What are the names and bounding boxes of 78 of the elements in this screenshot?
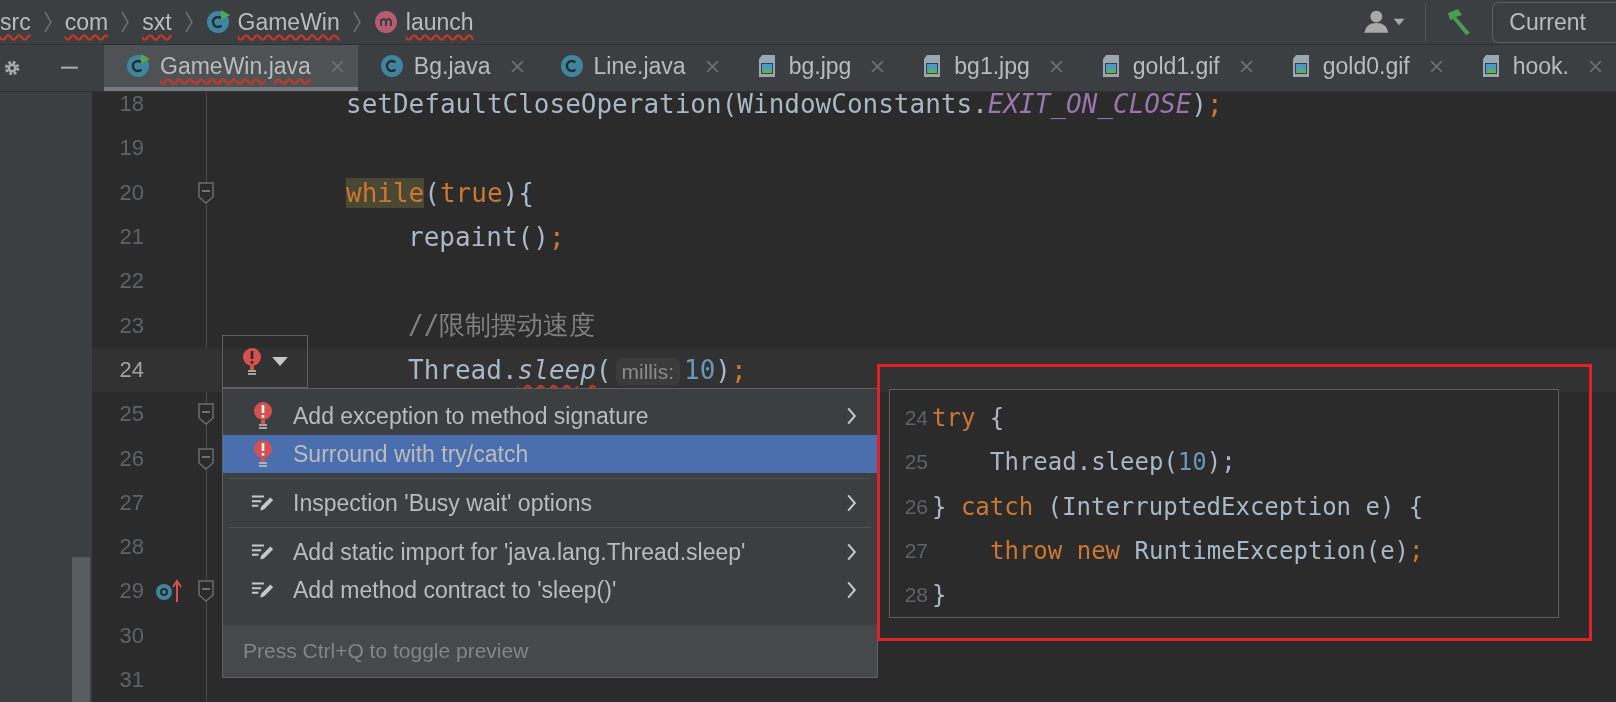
- code-text: setDefaultCloseOperation(WindowConstants.EXIT_ON_CLOSE);: [346, 92, 1223, 120]
- menu-item[interactable]: Add method contract to 'sleep()': [223, 571, 877, 609]
- editor-tab[interactable]: Line.java: [537, 45, 733, 91]
- line-number: 25: [118, 401, 144, 428]
- line-number: 29: [118, 578, 144, 605]
- breadcrumb-item[interactable]: com: [64, 8, 109, 36]
- line-number: 22: [118, 268, 144, 295]
- line-number: 24: [903, 406, 928, 431]
- editor-tab[interactable]: Bg.java: [357, 45, 538, 91]
- code-text: } catch (InterruptedException e) {: [931, 492, 1424, 521]
- class-icon: [379, 54, 404, 78]
- breadcrumb-item[interactable]: GameWin: [205, 8, 340, 36]
- menu-item[interactable]: Add static import for 'java.lang.Thread.sleep': [223, 533, 877, 571]
- menu-item[interactable]: Inspection 'Busy wait' options: [223, 484, 877, 522]
- run-configuration-dropdown[interactable]: Current: [1492, 1, 1616, 43]
- close-icon[interactable]: [1589, 59, 1602, 73]
- menu-footer-hint: Press Ctrl+Q to toggle preview: [223, 625, 877, 677]
- intention-bulb-button[interactable]: [222, 335, 308, 388]
- line-number: 30: [118, 622, 144, 649]
- fold-marker-icon[interactable]: [197, 181, 215, 204]
- error-bulb-icon: [251, 440, 275, 468]
- fold-marker-icon[interactable]: [197, 403, 215, 426]
- close-icon[interactable]: [510, 59, 524, 73]
- scrollbar-thumb[interactable]: [72, 557, 90, 702]
- line-number: 27: [903, 539, 928, 564]
- method-icon: [373, 10, 398, 34]
- line-number: 18: [118, 92, 144, 118]
- breadcrumb-item[interactable]: src: [0, 8, 31, 36]
- breadcrumb-item[interactable]: launch: [373, 8, 474, 36]
- class-icon: [126, 54, 151, 78]
- line-number: 26: [903, 494, 928, 519]
- code-text: //限制摆动速度: [408, 310, 596, 341]
- close-icon[interactable]: [871, 59, 885, 73]
- editor-tab[interactable]: bg1.jpg: [898, 45, 1077, 91]
- line-number: 26: [118, 445, 144, 472]
- chevron-icon: [351, 9, 362, 35]
- editor-tab[interactable]: bg.jpg: [732, 45, 899, 91]
- editor-tab[interactable]: GameWin.java: [104, 45, 358, 91]
- breadcrumb-item[interactable]: sxt: [142, 8, 172, 36]
- close-icon[interactable]: [1429, 59, 1443, 73]
- chevron-icon: [183, 9, 194, 35]
- code-text: throw new RuntimeException(e);: [989, 537, 1424, 566]
- chevron-icon: [120, 9, 131, 35]
- line-number: 24: [118, 356, 144, 383]
- line-number: 20: [118, 179, 144, 206]
- line-number: 19: [118, 135, 144, 162]
- menu-item[interactable]: Add exception to method signature: [223, 397, 877, 435]
- code-text: while(true){: [346, 177, 534, 208]
- close-icon[interactable]: [330, 59, 344, 73]
- parameter-hint: millis:: [615, 357, 680, 385]
- editor-tab[interactable]: gold0.gif: [1266, 45, 1457, 91]
- class-icon: [559, 54, 584, 78]
- minimize-icon[interactable]: [61, 65, 79, 71]
- code-text: repaint();: [408, 222, 565, 253]
- close-icon[interactable]: [1239, 59, 1253, 73]
- line-number: 28: [118, 534, 144, 561]
- line-number: 21: [118, 224, 144, 251]
- class-icon: [205, 10, 230, 34]
- line-number: 28: [903, 583, 928, 608]
- close-icon[interactable]: [705, 59, 719, 73]
- override-icon[interactable]: [155, 579, 183, 604]
- line-number: 31: [118, 667, 144, 693]
- code-text: }: [931, 581, 947, 610]
- editor-tab[interactable]: gold1.gif: [1076, 45, 1267, 91]
- error-bulb-icon: [251, 402, 275, 430]
- fold-marker-icon[interactable]: [197, 447, 215, 470]
- line-number: 25: [903, 450, 928, 475]
- code-text: Thread.sleep(: [408, 354, 612, 385]
- line-number: 27: [118, 489, 144, 516]
- editor-tab[interactable]: hook.: [1456, 45, 1616, 91]
- code-text: Thread.sleep(10);: [989, 448, 1236, 477]
- caret-icon: [272, 357, 288, 366]
- code-text: 10);: [684, 354, 747, 385]
- line-number: 23: [118, 312, 144, 339]
- fold-marker-icon[interactable]: [197, 580, 215, 603]
- close-icon[interactable]: [1049, 59, 1063, 73]
- code-text: try {: [931, 404, 1005, 433]
- chevron-icon: [42, 9, 53, 35]
